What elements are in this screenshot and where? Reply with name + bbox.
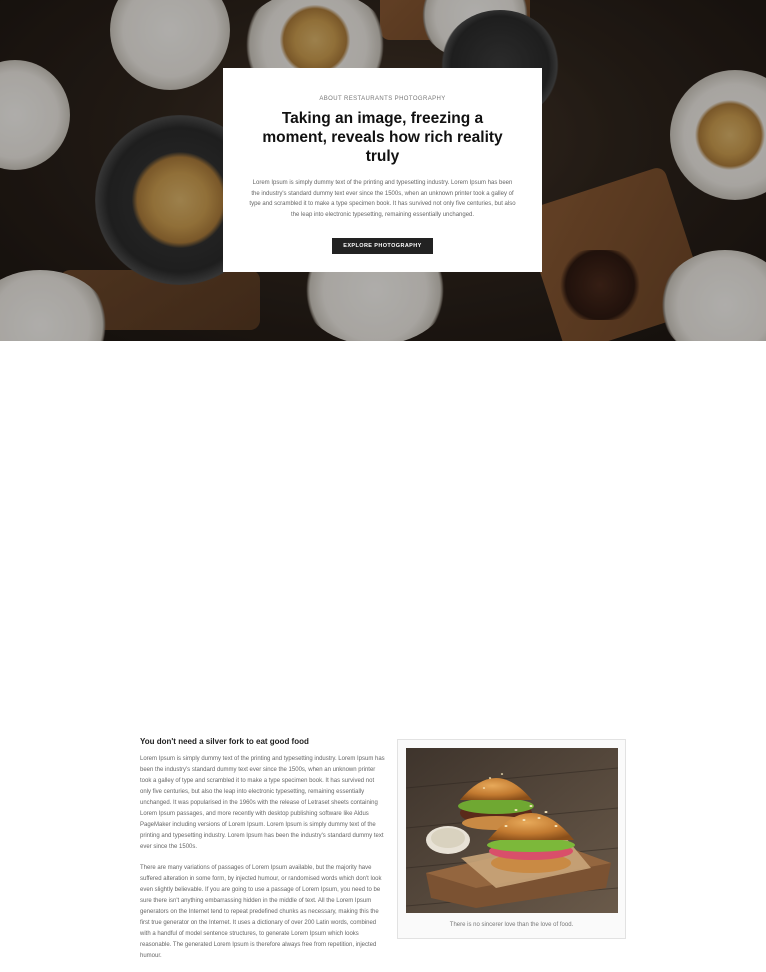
hero-title: Taking an image, freezing a moment, reve… [262, 110, 503, 165]
article-heading: You don't need a silver fork to eat good… [140, 737, 309, 746]
burger-figure: There is no sincerer love than the love … [397, 739, 626, 939]
figure-caption: There is no sincerer love than the love … [449, 922, 574, 928]
hero-body: Lorem Ipsum is simply dummy text of the … [249, 180, 516, 218]
hero-section: ABOUT RESTAURANTS PHOTOGRAPHY Taking an … [0, 0, 766, 341]
article-text: You don't need a silver fork to eat good… [140, 737, 386, 972]
explore-photography-button[interactable]: EXPLORE PHOTOGRAPHY [332, 238, 433, 254]
burger-photo [406, 748, 618, 913]
hero-eyebrow: ABOUT RESTAURANTS PHOTOGRAPHY [319, 96, 446, 102]
article-paragraph-2: There are many variations of passages of… [140, 865, 382, 959]
article-paragraph-1: Lorem Ipsum is simply dummy text of the … [140, 756, 385, 850]
burger-illustration [406, 748, 618, 913]
hero-card: ABOUT RESTAURANTS PHOTOGRAPHY Taking an … [223, 68, 542, 272]
